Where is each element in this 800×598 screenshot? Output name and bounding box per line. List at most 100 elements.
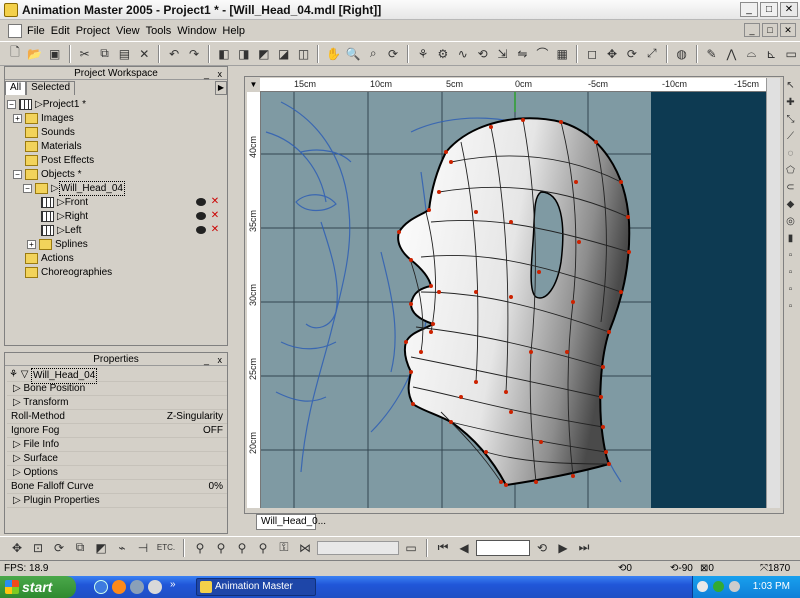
pen-icon[interactable]: ✎ [703,45,721,63]
collapse-toggle[interactable]: − [13,170,22,179]
viewport-scrollbar[interactable] [766,78,780,508]
tree-item-model[interactable]: − ▷ Will_Head_04 [23,181,125,196]
move-icon[interactable]: ✥ [603,45,621,63]
peak-icon[interactable]: ⋀ [723,45,741,63]
group-icon[interactable]: ⤡ [784,112,798,126]
tree-item-post-effects[interactable]: Post Effects [25,154,94,167]
shaded-icon[interactable]: ◩ [255,45,273,63]
new-file-icon[interactable]: 🗋 [6,45,24,63]
property-row-bone-falloff[interactable]: Bone Falloff Curve 0% [7,480,227,494]
property-row-transform[interactable]: ▷ Transform [7,396,227,410]
smooth-icon[interactable]: ⌓ [742,45,760,63]
collapse-toggle[interactable]: − [7,100,16,109]
panel-controls[interactable]: _ x [204,354,225,367]
hook-icon[interactable]: ⌒ [533,45,551,63]
visibility-toggle-icon[interactable]: ✕ [210,225,220,235]
lathe-icon[interactable]: ⟲ [474,45,492,63]
tree-item-actions[interactable]: Actions [25,252,74,265]
property-row-plugin-properties[interactable]: ▷ Plugin Properties [7,494,227,508]
shape-icon[interactable]: ⬠ [784,163,798,177]
option-icon-2[interactable]: ▫ [784,265,798,279]
select-arrow-icon[interactable]: ↖ [784,78,798,92]
render-to-file-icon[interactable]: ◨ [235,45,253,63]
tab-selected[interactable]: Selected [26,81,76,95]
rotate-icon[interactable]: ⟳ [623,45,641,63]
bones-mode-icon[interactable]: ⚘ [414,45,432,63]
copy-icon[interactable]: ⧉ [96,45,114,63]
snap-icon[interactable]: ⋈ [296,539,314,557]
tree-item-materials[interactable]: Materials [25,140,82,153]
frame-slider[interactable] [317,540,399,555]
tree-item-project[interactable]: − ▷ Project1 * [7,98,86,111]
pose-icon[interactable]: ⚲ [191,539,209,557]
property-row-bone-position[interactable]: ▷ Bone Position [7,382,227,396]
zoom-fit-icon[interactable]: ⌕ [364,45,382,63]
constraint-icon[interactable]: ⧉ [71,539,89,557]
media-icon[interactable] [130,580,144,594]
eye-icon[interactable] [196,226,206,234]
doc-restore-button[interactable]: □ [762,23,778,37]
turn-icon[interactable]: ⟳ [384,45,402,63]
collapse-toggle[interactable]: − [23,184,32,193]
eye-icon[interactable] [196,198,206,206]
step-forward-icon[interactable]: ▶ [554,539,572,557]
eye-icon[interactable] [196,212,206,220]
paste-icon[interactable]: ▤ [115,45,133,63]
hotspot-icon[interactable]: ◆ [784,197,798,211]
undo-icon[interactable]: ↶ [165,45,183,63]
zoom-icon[interactable]: 🔍 [344,45,362,63]
tab-all[interactable]: All [5,81,27,95]
bias-handle-icon[interactable]: ⊣ [134,539,152,557]
visibility-toggle-icon[interactable]: ✕ [210,211,220,221]
properties-object-row[interactable]: ⚘ ▽ Will_Head_04 [7,368,227,384]
pan-hand-icon[interactable]: ✋ [324,45,342,63]
taskbar-app-button[interactable]: Animation Master 200... [196,578,316,598]
spline-tool-icon[interactable]: ∿ [454,45,472,63]
realtime-icon[interactable]: ◫ [295,45,313,63]
tray-icon[interactable] [713,581,724,592]
save-icon[interactable]: ▣ [46,45,64,63]
start-button[interactable]: start [0,576,76,598]
globe-icon[interactable]: ◍ [673,45,691,63]
redo-icon[interactable]: ↷ [185,45,203,63]
frame-input[interactable] [476,539,530,556]
volume-icon[interactable] [729,581,740,592]
tree-item-images[interactable]: + Images [13,112,225,125]
property-row-surface[interactable]: ▷ Surface [7,452,227,466]
property-value[interactable]: OFF [203,424,223,438]
property-row-roll-method[interactable]: Roll-Method Z-Singularity [7,410,227,424]
property-row-options[interactable]: ▷ Options [7,466,227,480]
panel-controls[interactable]: _ x [204,68,225,81]
viewport-tab[interactable]: Will_Head_0... [256,514,326,530]
open-folder-icon[interactable]: 📂 [26,45,44,63]
pose-icon-4[interactable]: ⚲ [254,539,272,557]
quicklaunch-expand-icon[interactable]: » [170,579,176,590]
path-icon[interactable]: ⌁ [113,539,131,557]
box-icon[interactable]: ◻ [583,45,601,63]
visibility-toggle-icon[interactable]: ✕ [210,197,220,207]
minimize-button[interactable]: _ [740,2,758,17]
loop-icon[interactable]: ⊂ [784,180,798,194]
copy-flip-icon[interactable]: ⇋ [513,45,531,63]
menu-edit[interactable]: Edit [48,25,73,37]
quicklaunch-icon[interactable] [148,580,162,594]
property-row-ignore-fog[interactable]: Ignore Fog OFF [7,424,227,438]
bone-icon[interactable]: ⟋ [784,129,798,143]
firefox-icon[interactable] [112,580,126,594]
property-value[interactable]: Z-Singularity [167,410,223,424]
tree-item-camera-front[interactable]: ▷ Front ✕ [41,196,225,209]
property-row-file-info[interactable]: ▷ File Info [7,438,227,452]
delete-icon[interactable]: ✕ [135,45,153,63]
menu-view[interactable]: View [113,25,143,37]
keyframe-icon[interactable]: ◩ [92,539,110,557]
option-icon-1[interactable]: ▫ [784,248,798,262]
tree-item-camera-right[interactable]: ▷ Right ✕ [41,210,225,223]
loop-toggle-icon[interactable]: ⟲ [533,539,551,557]
modeling-viewport[interactable] [261,92,766,508]
expand-toggle[interactable]: + [27,240,36,249]
tree-item-choreographies[interactable]: Choreographies [25,266,112,279]
tree-item-sounds[interactable]: Sounds [25,126,75,139]
expand-toggle[interactable]: + [13,114,22,123]
property-value[interactable]: 0% [209,480,223,494]
slider-end-icon[interactable]: ▭ [402,539,420,557]
